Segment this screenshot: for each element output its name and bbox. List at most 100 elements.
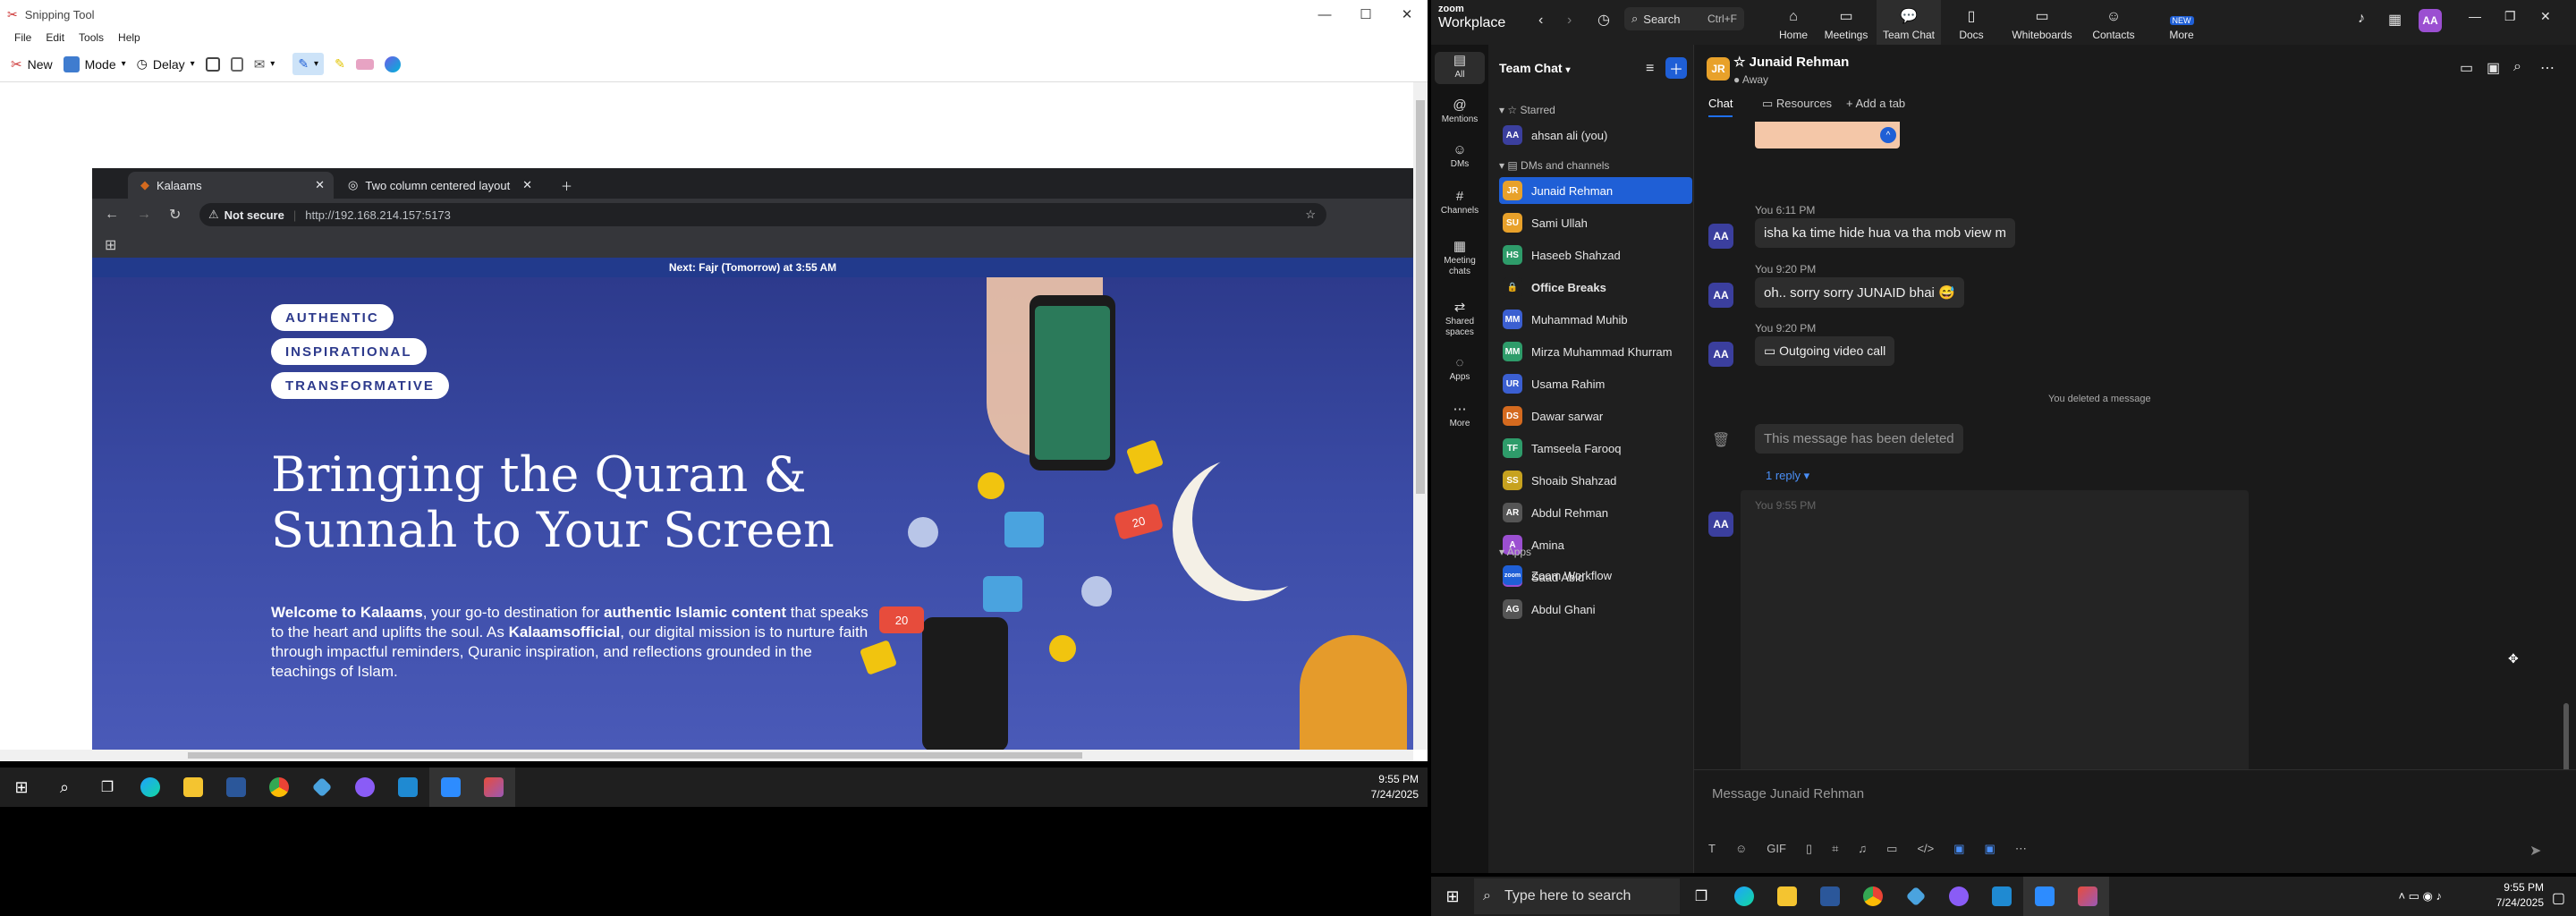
start-button[interactable]: ⊞	[0, 768, 43, 807]
chat-item[interactable]: MM Muhammad Muhib	[1499, 306, 1692, 333]
filter-icon[interactable]: ≡	[1646, 61, 1654, 77]
new-chat-button[interactable]: ＋	[1665, 57, 1687, 79]
forward-icon[interactable]: ›	[1567, 13, 1572, 29]
scroll-thumb[interactable]	[188, 752, 1082, 759]
image-attachment[interactable]	[1755, 122, 1900, 148]
search-icon[interactable]: ⌕	[2513, 59, 2521, 75]
system-clock[interactable]: 9:55 PM 7/24/2025	[2496, 880, 2544, 911]
rail-mentions[interactable]: @ Mentions	[1435, 98, 1485, 125]
explorer-app[interactable]	[1766, 877, 1809, 916]
tab-chat[interactable]: Chat	[1708, 97, 1733, 117]
taskbar-search[interactable]: ⌕ Type here to search	[1474, 878, 1680, 914]
zoom-search[interactable]: ⌕ Search Ctrl+F	[1624, 7, 1744, 30]
rail-dms[interactable]: ☺ DMs	[1435, 143, 1485, 170]
back-icon[interactable]: ‹	[1538, 13, 1543, 29]
rail-apps[interactable]: ◌ Apps	[1435, 356, 1485, 383]
chat-item[interactable]: 🔒 Office Breaks	[1499, 274, 1692, 301]
nav-more[interactable]: NEW More	[2152, 0, 2211, 45]
horizontal-scrollbar[interactable]	[0, 750, 1413, 761]
message-bubble[interactable]: oh.. sorry sorry JUNAID bhai 😅	[1755, 277, 1964, 308]
store-app[interactable]	[1809, 877, 1852, 916]
chat-scrollbar[interactable]	[2563, 122, 2569, 802]
video-message-icon[interactable]: ▭	[1886, 842, 1897, 856]
screen-share-icon[interactable]: ▣	[2487, 59, 2500, 77]
user-avatar[interactable]: AA	[2419, 9, 2442, 32]
chat-item[interactable]: SU Sami Ullah	[1499, 209, 1692, 236]
copy-button[interactable]	[230, 56, 243, 72]
docs-icon[interactable]: ▣	[1985, 842, 1996, 856]
browser-tab-active[interactable]: ◆ Kalaams ✕	[128, 172, 334, 199]
send-icon[interactable]: ➤	[2529, 842, 2541, 860]
nav-contacts[interactable]: ☺ Contacts	[2084, 0, 2143, 45]
zoom-close-button[interactable]: ✕	[2540, 9, 2551, 24]
send-button[interactable]: ✉ ▾	[254, 56, 275, 72]
minimize-button[interactable]: —	[1304, 0, 1345, 29]
rail-all[interactable]: ▤ All	[1435, 52, 1485, 84]
snipping-app[interactable]	[2066, 877, 2109, 916]
browser-tab[interactable]: ◎ Two column centered layout ✕	[335, 172, 541, 199]
chat-item[interactable]: JR Junaid Rehman	[1499, 177, 1692, 204]
chrome-app[interactable]	[258, 768, 301, 807]
chat-item[interactable]: DS Dawar sarwar	[1499, 403, 1692, 429]
nav-meetings[interactable]: ▭ Meetings	[1818, 0, 1875, 45]
forward-icon[interactable]: →	[137, 207, 151, 223]
whiteboard-icon[interactable]: ▣	[1953, 842, 1964, 856]
sender-avatar[interactable]: AA	[1708, 342, 1733, 367]
chat-list-title[interactable]: Team Chat ▾	[1499, 61, 1570, 75]
section-starred[interactable]: ▾ ☆ Starred	[1499, 104, 1555, 116]
app-launcher[interactable]	[1894, 877, 1937, 916]
format-text-icon[interactable]: T	[1708, 842, 1716, 856]
tray-icons[interactable]: ˄ ▭ ◉ ♪	[2398, 889, 2442, 903]
tab-add[interactable]: + Add a tab	[1846, 97, 1905, 110]
task-view-button[interactable]: ❐	[86, 768, 129, 807]
section-dms[interactable]: ▾ ▤ DMs and channels	[1499, 159, 1609, 172]
bell-icon[interactable]: ♪	[2358, 11, 2365, 27]
message-input[interactable]: Message Junaid Rehman	[1712, 786, 1864, 802]
reply-link[interactable]: 1 reply ▾	[1766, 469, 1809, 483]
video-call-icon[interactable]: ▭	[2460, 59, 2473, 77]
zoom-maximize-button[interactable]: ❐	[2504, 9, 2516, 24]
start-button[interactable]: ⊞	[1431, 877, 1474, 916]
zoom-app[interactable]	[429, 768, 472, 807]
more-dots-icon[interactable]: ⋯	[2015, 842, 2027, 856]
github-app[interactable]	[343, 768, 386, 807]
contact-name[interactable]: ☆ Junaid Rehman	[1733, 54, 1849, 70]
search-button[interactable]: ⌕	[43, 768, 86, 807]
scroll-up-icon[interactable]: ^	[1880, 127, 1896, 143]
close-button[interactable]: ✕	[1386, 0, 1428, 29]
menu-file[interactable]: File	[14, 31, 31, 44]
history-icon[interactable]: ◷	[1597, 11, 1610, 29]
screenshot-icon[interactable]: ⌗	[1832, 842, 1838, 856]
delay-button[interactable]: ◷ Delay ▾	[137, 56, 195, 72]
zoom-minimize-button[interactable]: —	[2469, 9, 2481, 23]
nav-whiteboards[interactable]: ▭ Whiteboards	[2005, 0, 2079, 45]
file-icon[interactable]: ▯	[1806, 842, 1812, 856]
message-bubble[interactable]: isha ka time hide hua va tha mob view m	[1755, 218, 2015, 248]
notification-icon[interactable]: ▢	[2552, 889, 2565, 907]
sender-avatar[interactable]: AA	[1708, 512, 1733, 537]
chrome-app[interactable]	[1852, 877, 1894, 916]
vscode-app[interactable]	[1980, 877, 2023, 916]
mode-button[interactable]: Mode ▾	[63, 55, 126, 72]
nav-docs[interactable]: ▯ Docs	[1945, 0, 1998, 45]
paint3d-button[interactable]	[384, 55, 401, 72]
github-app[interactable]	[1937, 877, 1980, 916]
scroll-thumb[interactable]	[1416, 100, 1425, 494]
tab-resources[interactable]: ▭ Resources	[1762, 97, 1832, 111]
close-tab-icon[interactable]: ✕	[522, 178, 532, 192]
menu-edit[interactable]: Edit	[46, 31, 64, 44]
zoom-app[interactable]	[2023, 877, 2066, 916]
chat-item[interactable]: HS Haseeb Shahzad	[1499, 242, 1692, 268]
app-launcher[interactable]	[301, 768, 343, 807]
url-field[interactable]: ⚠ Not secure | http://192.168.214.157:51…	[199, 203, 1326, 226]
new-tab-button[interactable]: ＋	[548, 172, 572, 199]
chat-item[interactable]: UR Usama Rahim	[1499, 370, 1692, 397]
chat-item-zoom-workflow[interactable]: zoom Zoom Workflow	[1499, 562, 1692, 589]
sender-avatar[interactable]: AA	[1708, 224, 1733, 249]
section-apps[interactable]: ▾ Apps	[1499, 546, 1531, 558]
new-snip-button[interactable]: ✂ New	[11, 56, 53, 72]
close-tab-icon[interactable]: ✕	[315, 178, 325, 192]
star-icon[interactable]: ☆	[1305, 208, 1316, 222]
menu-tools[interactable]: Tools	[79, 31, 104, 44]
edge-app[interactable]	[1723, 877, 1766, 916]
